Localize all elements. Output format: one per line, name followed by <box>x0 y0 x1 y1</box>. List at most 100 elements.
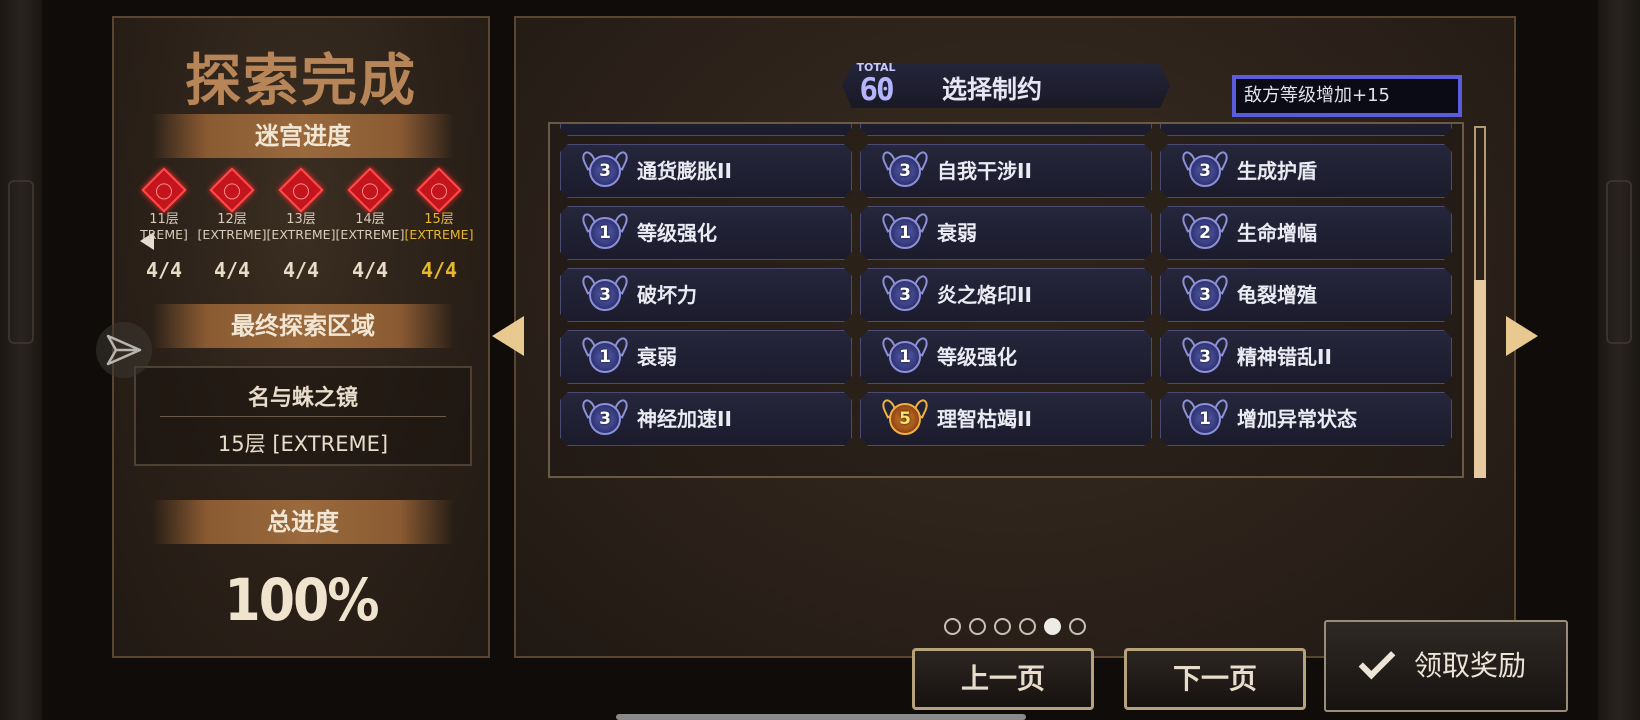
total-badge: TOTAL 60 <box>852 62 900 110</box>
restriction-name: 等级强化 <box>637 221 717 245</box>
floor-item: 12层 [EXTREME] 4/4 <box>197 167 267 282</box>
select-restriction-title: 选择制约 <box>942 75 1043 104</box>
claim-reward-button[interactable]: 领取奖励 <box>1324 620 1568 712</box>
restriction-level-icon: 1 <box>883 213 927 253</box>
floor-name: 15层 <box>424 212 454 227</box>
restriction-name: 生命增幅 <box>1237 221 1317 245</box>
floor-difficulty: TREME] <box>140 227 188 242</box>
restriction-level-icon: 3 <box>1183 337 1227 377</box>
restriction-cell[interactable]: 3 神经加速II <box>560 392 852 446</box>
restriction-cell[interactable]: 3 破坏力 <box>560 268 852 322</box>
restriction-name: 炎之烙印II <box>937 283 1032 307</box>
floor-difficulty: [EXTREME] <box>197 227 267 242</box>
restriction-level: 1 <box>899 347 911 367</box>
final-area-floor: 15层 [EXTREME] <box>217 432 389 456</box>
restriction-name: 龟裂增殖 <box>1237 283 1317 307</box>
restriction-level-icon: 3 <box>883 275 927 315</box>
next-arrow-icon[interactable] <box>1506 316 1538 356</box>
floor-name: 12层 <box>217 212 247 227</box>
restriction-level: 1 <box>599 223 611 243</box>
page-dot[interactable] <box>944 618 961 635</box>
restriction-level: 1 <box>1199 409 1211 429</box>
prev-arrow-icon[interactable] <box>492 316 524 356</box>
restriction-cell[interactable]: 1 衰弱 <box>560 330 852 384</box>
floor-marker-icon <box>278 167 324 213</box>
restriction-level: 3 <box>899 285 911 305</box>
restriction-name: 衰弱 <box>937 221 977 245</box>
restriction-cell[interactable]: 3 炎之烙印II <box>860 268 1152 322</box>
floor-count: 4/4 <box>351 258 389 282</box>
restriction-cell-partial[interactable] <box>560 122 852 136</box>
floor-marker-icon <box>416 167 462 213</box>
area-divider <box>160 416 446 417</box>
final-area-name: 名与蛛之镜 <box>247 386 358 411</box>
prev-page-button[interactable]: 上一页 <box>912 648 1094 710</box>
final-area-banner: 最终探索区域 <box>152 304 454 348</box>
floor-item: 13层 [EXTREME] 4/4 <box>266 167 336 282</box>
restriction-level: 3 <box>1199 285 1211 305</box>
restriction-level-icon: 1 <box>583 337 627 377</box>
restriction-cell[interactable]: 3 生成护盾 <box>1160 144 1452 198</box>
floor-difficulty: [EXTREME] <box>404 227 474 242</box>
share-button[interactable] <box>96 322 152 378</box>
page-dot[interactable] <box>994 618 1011 635</box>
restriction-grid[interactable]: 3 通货膨胀II 3 自我干涉II 3 生成护盾 1 等级强化 1 衰弱 2 生命增幅 3 破坏力 3 炎之烙… <box>548 122 1464 478</box>
restriction-name: 破坏力 <box>637 283 697 307</box>
floor-marker-icon <box>347 167 393 213</box>
floor-difficulty: [EXTREME] <box>266 227 336 242</box>
restriction-name: 理智枯竭II <box>937 407 1032 431</box>
floor-count: 4/4 <box>145 258 183 282</box>
restriction-level-icon: 3 <box>583 399 627 439</box>
page-dot[interactable] <box>1069 618 1086 635</box>
restriction-name: 增加异常状态 <box>1237 407 1357 431</box>
restriction-level-icon: 3 <box>883 151 927 191</box>
restriction-cell[interactable]: 3 精神错乱II <box>1160 330 1452 384</box>
next-page-button[interactable]: 下一页 <box>1124 648 1306 710</box>
restriction-cell[interactable]: 3 通货膨胀II <box>560 144 852 198</box>
restriction-level: 1 <box>899 223 911 243</box>
floor-item: 11层 TREME] 4/4 <box>129 167 199 282</box>
restriction-name: 通货膨胀II <box>637 159 732 183</box>
page-dot[interactable] <box>1019 618 1036 635</box>
final-area-box: 名与蛛之镜 15层 [EXTREME] <box>134 366 472 466</box>
restriction-cell[interactable]: 5 理智枯竭II <box>860 392 1152 446</box>
restriction-cell[interactable]: 3 自我干涉II <box>860 144 1152 198</box>
floor-marker-icon <box>141 167 187 213</box>
restriction-level-icon: 5 <box>883 399 927 439</box>
restriction-name: 神经加速II <box>637 407 732 431</box>
floor-difficulty: [EXTREME] <box>335 227 405 242</box>
restriction-tooltip: 敌方等级增加+15 <box>1232 75 1462 117</box>
page-dot[interactable] <box>969 618 986 635</box>
restriction-cell[interactable]: 1 等级强化 <box>560 206 852 260</box>
exploration-complete-title: 探索完成 <box>185 48 417 114</box>
floor-marker-icon <box>209 167 255 213</box>
restriction-cell[interactable]: 1 等级强化 <box>860 330 1152 384</box>
floor-name: 14层 <box>355 212 385 227</box>
floor-count: 4/4 <box>420 258 458 282</box>
restriction-level: 2 <box>1199 223 1211 243</box>
exploration-summary-panel: 探索完成 迷宫进度 11层 TREME] 4/4 12层 [EXTREME] 4… <box>112 16 490 658</box>
restriction-level-icon: 3 <box>1183 275 1227 315</box>
restriction-cell-partial[interactable] <box>1160 122 1452 136</box>
floor-count: 4/4 <box>282 258 320 282</box>
restriction-level: 1 <box>599 347 611 367</box>
home-indicator <box>616 714 1026 720</box>
restriction-cell[interactable]: 1 增加异常状态 <box>1160 392 1452 446</box>
restriction-cell[interactable]: 1 衰弱 <box>860 206 1152 260</box>
restriction-level-icon: 3 <box>1183 151 1227 191</box>
restriction-name: 自我干涉II <box>937 159 1032 183</box>
restriction-level: 5 <box>899 409 911 429</box>
send-icon <box>106 334 142 366</box>
scrollbar-thumb[interactable] <box>1474 280 1486 478</box>
right-frame <box>1598 0 1640 720</box>
checkmark-icon <box>1358 642 1396 680</box>
restriction-cell[interactable]: 2 生命增幅 <box>1160 206 1452 260</box>
restriction-level: 3 <box>599 409 611 429</box>
restriction-name: 生成护盾 <box>1237 159 1317 183</box>
total-value: 60 <box>859 72 894 108</box>
floor-item: 14层 [EXTREME] 4/4 <box>335 167 405 282</box>
restriction-level-icon: 1 <box>1183 399 1227 439</box>
page-dot[interactable] <box>1044 618 1061 635</box>
restriction-cell[interactable]: 3 龟裂增殖 <box>1160 268 1452 322</box>
restriction-cell-partial[interactable] <box>860 122 1152 136</box>
